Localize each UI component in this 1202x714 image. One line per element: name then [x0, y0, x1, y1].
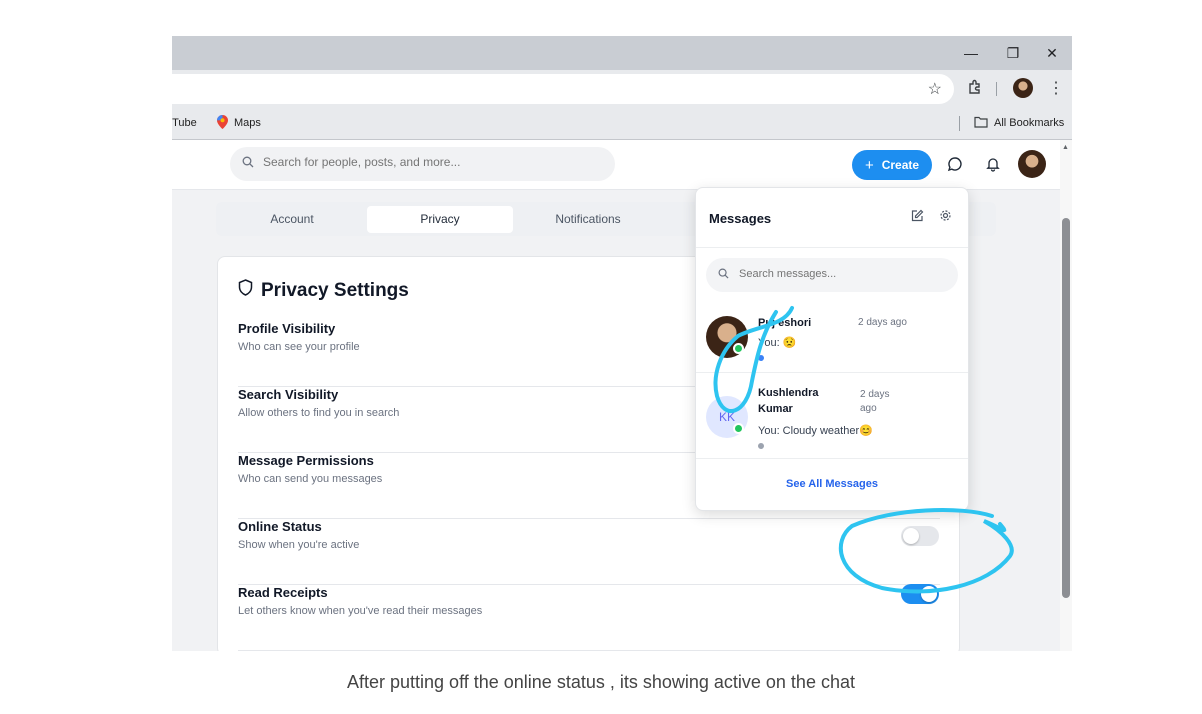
message-time: 2 days ago	[860, 388, 889, 416]
gear-icon[interactable]	[939, 209, 952, 225]
preview-text: You:	[758, 337, 780, 349]
contact-first-name: Kushlendra	[758, 387, 819, 399]
online-status-toggle[interactable]	[901, 526, 939, 546]
bookmark-youtube[interactable]: uTube	[172, 117, 197, 129]
online-indicator	[733, 343, 744, 354]
unread-dot	[758, 443, 764, 449]
create-label: Create	[881, 158, 920, 172]
browser-toolbar: ☆ ⋮	[172, 70, 1072, 108]
address-bar[interactable]: ☆	[172, 74, 954, 104]
messages-popup: Messages Puj eshori 2 days ago You: 😟 KK	[695, 187, 969, 511]
time-line: ago	[860, 403, 877, 414]
browser-title-bar: — ❐ ✕	[172, 36, 1072, 70]
profile-avatar[interactable]	[1013, 78, 1033, 98]
setting-label: Search Visibility	[238, 387, 339, 402]
message-preview: You: 😟	[758, 336, 796, 349]
setting-description: Who can send you messages	[238, 473, 383, 485]
setting-row-read-receipts: Read Receipts Let others know when you'v…	[238, 584, 940, 651]
plus-icon: +	[864, 156, 874, 174]
app-header: + Create	[172, 140, 1060, 190]
menu-icon[interactable]: ⋮	[1048, 78, 1064, 98]
search-icon	[242, 156, 254, 171]
minimize-button[interactable]: —	[960, 44, 982, 62]
chat-icon[interactable]	[947, 156, 965, 174]
tab-account[interactable]: Account	[219, 206, 365, 233]
bookmark-maps[interactable]: Maps	[234, 117, 261, 129]
setting-description: Let others know when you've read their m…	[238, 605, 483, 617]
messages-search-input[interactable]	[739, 268, 939, 280]
setting-description: Allow others to find you in search	[238, 407, 400, 419]
read-receipts-toggle[interactable]	[901, 584, 939, 604]
restore-button[interactable]: ❐	[1002, 44, 1024, 62]
global-search[interactable]	[230, 147, 615, 181]
maps-pin-icon	[217, 115, 228, 132]
search-input[interactable]	[263, 155, 593, 169]
search-icon	[718, 268, 729, 282]
smile-emoji: 😊	[859, 425, 873, 437]
setting-label: Message Permissions	[238, 453, 374, 468]
contact-name: Puj eshori	[758, 317, 812, 329]
browser-screenshot: — ❐ ✕ ☆ ⋮ uTube Maps All Bookmarks	[172, 36, 1072, 651]
messages-title: Messages	[709, 211, 772, 226]
user-avatar[interactable]	[1018, 150, 1046, 178]
bell-icon[interactable]	[985, 156, 1003, 174]
conversation-item[interactable]: Puj eshori 2 days ago You: 😟	[696, 303, 968, 373]
screenshot-caption: After putting off the online status , it…	[347, 672, 855, 692]
messages-header: Messages	[696, 188, 968, 248]
page-scrollbar[interactable]: ▲	[1060, 140, 1072, 651]
folder-icon	[974, 116, 988, 131]
bookmarks-divider	[959, 116, 960, 131]
scroll-up-icon[interactable]: ▲	[1062, 144, 1069, 151]
create-button[interactable]: + Create	[852, 150, 932, 180]
page-title: Privacy Settings	[261, 279, 409, 301]
messages-search[interactable]	[706, 258, 958, 292]
setting-row-online-status: Online Status Show when you're active	[238, 519, 940, 585]
tab-notifications[interactable]: Notifications	[515, 206, 661, 233]
preview-text: You: Cloudy weather	[758, 425, 860, 437]
see-all-messages-link[interactable]: See All Messages	[696, 478, 968, 490]
all-bookmarks-button[interactable]: All Bookmarks	[994, 117, 1064, 129]
time-line: 2 days	[860, 389, 890, 400]
unread-dot	[758, 355, 764, 361]
setting-label: Read Receipts	[238, 585, 328, 600]
contact-name: Kushlendra Kumar	[758, 385, 819, 417]
toolbar-divider	[996, 82, 997, 96]
tab-privacy[interactable]: Privacy	[367, 206, 513, 233]
privacy-settings-heading: Privacy Settings	[238, 279, 409, 302]
compose-icon[interactable]	[911, 209, 924, 225]
online-indicator	[733, 423, 744, 434]
toggle-knob	[921, 586, 937, 602]
setting-description: Show when you're active	[238, 539, 360, 551]
worried-emoji: 😟	[782, 337, 797, 349]
close-window-button[interactable]: ✕	[1041, 44, 1063, 62]
conversation-item[interactable]: KK Kushlendra Kumar 2 days ago You: Cloudy…	[696, 373, 968, 459]
bookmark-star-icon[interactable]: ☆	[928, 79, 942, 99]
setting-label: Profile Visibility	[238, 321, 336, 336]
setting-label: Online Status	[238, 519, 322, 534]
toggle-knob	[903, 528, 919, 544]
bookmarks-bar: uTube Maps All Bookmarks	[172, 108, 1072, 140]
setting-description: Who can see your profile	[238, 341, 360, 353]
message-time: 2 days ago	[858, 317, 907, 328]
contact-last-name: Kumar	[758, 403, 793, 415]
shield-icon	[238, 279, 253, 302]
extensions-icon[interactable]	[967, 79, 983, 99]
message-preview: You: Cloudy weather😊	[758, 424, 873, 437]
scrollbar-thumb[interactable]	[1062, 218, 1070, 598]
